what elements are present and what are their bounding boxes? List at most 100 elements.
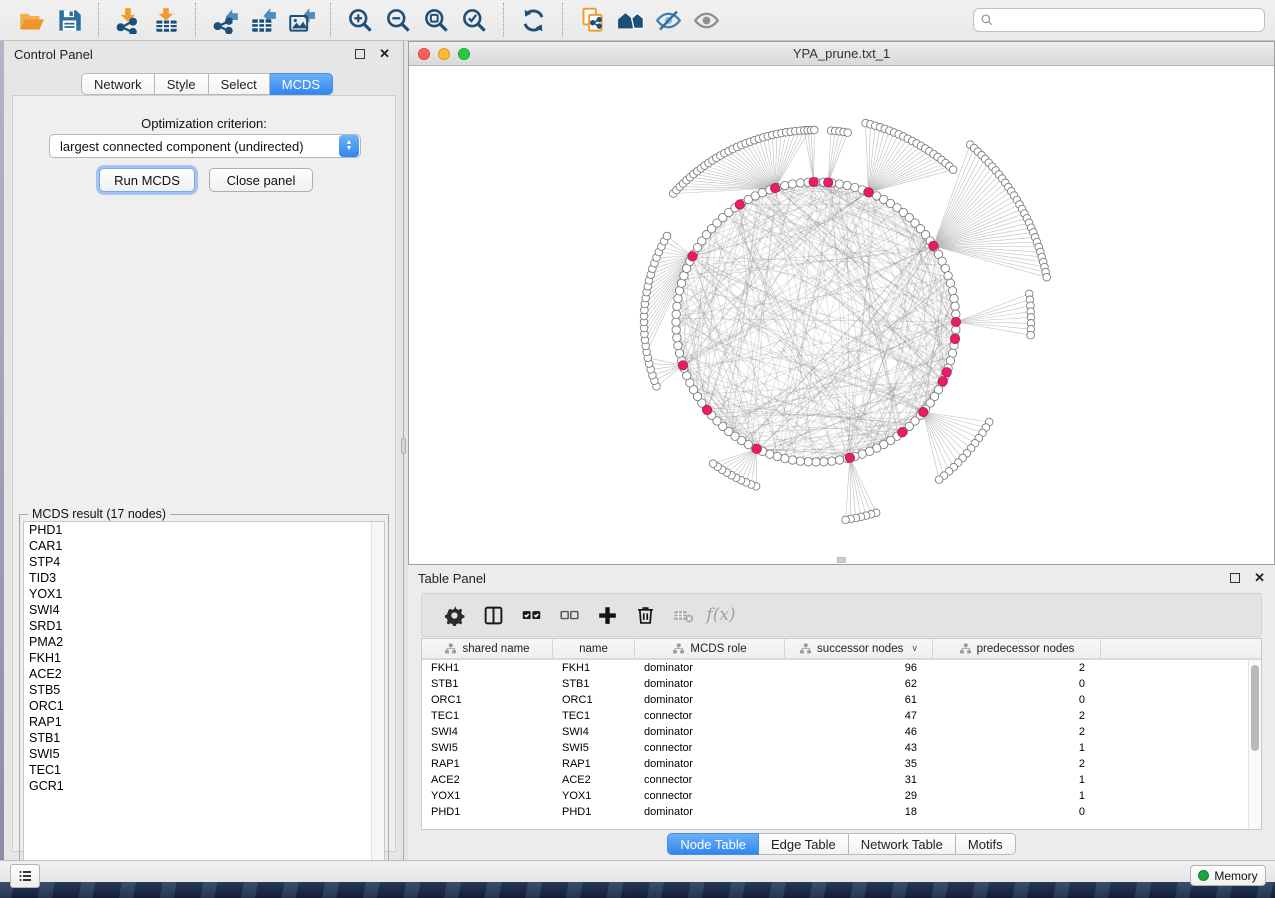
mcds-result-item[interactable]: STP4	[24, 554, 384, 570]
table-cell[interactable]: ORC1	[422, 692, 553, 708]
table-row[interactable]: PHD1PHD1dominator180	[422, 804, 1248, 820]
settings-gear-icon[interactable]	[436, 597, 474, 633]
duplicate-network-icon[interactable]	[573, 3, 611, 37]
hide-selected-icon[interactable]	[649, 3, 687, 37]
table-row[interactable]: SWI5SWI5connector431	[422, 740, 1248, 756]
mcds-result-item[interactable]: TEC1	[24, 762, 384, 778]
select-all-icon[interactable]	[512, 597, 550, 633]
column-header-name[interactable]: name	[553, 639, 635, 658]
save-session-icon[interactable]	[50, 3, 88, 37]
table-cell[interactable]: 43	[785, 740, 933, 756]
table-cell[interactable]: 61	[785, 692, 933, 708]
table-cell[interactable]: TEC1	[553, 708, 635, 724]
mcds-result-item[interactable]: ORC1	[24, 698, 384, 714]
mcds-result-item[interactable]: PMA2	[24, 634, 384, 650]
mcds-result-list[interactable]: PHD1CAR1STP4TID3YOX1SWI4SRD1PMA2FKH1ACE2…	[23, 521, 385, 878]
table-cell[interactable]: SWI5	[553, 740, 635, 756]
table-cell[interactable]: 46	[785, 724, 933, 740]
panel-list-button[interactable]	[10, 864, 40, 888]
table-cell[interactable]: STB1	[422, 676, 553, 692]
import-network-icon[interactable]	[109, 3, 147, 37]
table-cell[interactable]: ACE2	[553, 772, 635, 788]
first-neighbors-icon[interactable]	[611, 3, 649, 37]
export-table-icon[interactable]	[244, 3, 282, 37]
zoom-in-icon[interactable]	[341, 3, 379, 37]
table-cell[interactable]: SWI4	[553, 724, 635, 740]
table-row[interactable]: ORC1ORC1dominator610	[422, 692, 1248, 708]
table-cell[interactable]: 0	[933, 676, 1101, 692]
mcds-result-item[interactable]: SRD1	[24, 618, 384, 634]
result-list-scrollbar[interactable]	[371, 522, 384, 877]
canvas-resize-handle[interactable]	[837, 557, 846, 563]
tab-network[interactable]: Network	[81, 73, 155, 95]
tab-style[interactable]: Style	[155, 73, 209, 95]
table-row[interactable]: YOX1YOX1connector291	[422, 788, 1248, 804]
maximize-window-icon[interactable]	[458, 48, 470, 60]
table-cell[interactable]: FKH1	[422, 660, 553, 676]
memory-button[interactable]: Memory	[1190, 865, 1266, 886]
show-all-icon[interactable]	[687, 3, 725, 37]
panel-splitter[interactable]	[400, 41, 408, 860]
refresh-icon[interactable]	[514, 3, 552, 37]
table-cell[interactable]: 35	[785, 756, 933, 772]
table-cell[interactable]: ACE2	[422, 772, 553, 788]
table-scrollbar-thumb[interactable]	[1251, 665, 1259, 751]
table-cell[interactable]: 2	[933, 708, 1101, 724]
import-table-icon[interactable]	[147, 3, 185, 37]
run-mcds-button[interactable]: Run MCDS	[99, 168, 195, 192]
tab-mcds[interactable]: MCDS	[270, 73, 333, 95]
table-cell[interactable]: 62	[785, 676, 933, 692]
export-network-icon[interactable]	[206, 3, 244, 37]
table-cell[interactable]: 1	[933, 788, 1101, 804]
show-columns-icon[interactable]	[474, 597, 512, 633]
table-cell[interactable]: 0	[933, 692, 1101, 708]
network-canvas[interactable]	[409, 66, 1274, 564]
table-cell[interactable]: SWI5	[422, 740, 553, 756]
tab-motifs[interactable]: Motifs	[956, 833, 1016, 855]
mcds-result-item[interactable]: STB1	[24, 730, 384, 746]
table-cell[interactable]: 2	[933, 756, 1101, 772]
table-cell[interactable]: connector	[635, 740, 785, 756]
table-row[interactable]: ACE2ACE2connector311	[422, 772, 1248, 788]
tab-node-table[interactable]: Node Table	[667, 833, 759, 855]
column-header-predecessor-nodes[interactable]: predecessor nodes	[933, 639, 1101, 658]
tab-edge-table[interactable]: Edge Table	[759, 833, 849, 855]
table-cell[interactable]: dominator	[635, 660, 785, 676]
table-cell[interactable]: 0	[933, 804, 1101, 820]
zoom-out-icon[interactable]	[379, 3, 417, 37]
table-cell[interactable]: YOX1	[553, 788, 635, 804]
float-window-icon[interactable]	[355, 49, 365, 59]
tab-select[interactable]: Select	[209, 73, 270, 95]
mcds-result-item[interactable]: SWI5	[24, 746, 384, 762]
minimize-window-icon[interactable]	[438, 48, 450, 60]
table-row[interactable]: TEC1TEC1connector472	[422, 708, 1248, 724]
mcds-result-item[interactable]: CAR1	[24, 538, 384, 554]
splitter-grip[interactable]	[401, 438, 406, 454]
float-table-panel-icon[interactable]	[1230, 573, 1240, 583]
table-cell[interactable]: 2	[933, 660, 1101, 676]
table-cell[interactable]: 1	[933, 772, 1101, 788]
table-cell[interactable]: ORC1	[553, 692, 635, 708]
table-cell[interactable]: connector	[635, 708, 785, 724]
table-cell[interactable]: dominator	[635, 724, 785, 740]
zoom-fit-icon[interactable]	[417, 3, 455, 37]
table-cell[interactable]: 31	[785, 772, 933, 788]
mcds-result-item[interactable]: PHD1	[24, 522, 384, 538]
add-column-icon[interactable]	[588, 597, 626, 633]
table-cell[interactable]: YOX1	[422, 788, 553, 804]
column-header-MCDS-role[interactable]: MCDS role	[635, 639, 785, 658]
table-cell[interactable]: STB1	[553, 676, 635, 692]
table-cell[interactable]: RAP1	[422, 756, 553, 772]
table-cell[interactable]: 96	[785, 660, 933, 676]
network-graph[interactable]	[409, 66, 1274, 564]
open-file-icon[interactable]	[12, 3, 50, 37]
table-cell[interactable]: PHD1	[422, 804, 553, 820]
table-cell[interactable]: FKH1	[553, 660, 635, 676]
deselect-all-icon[interactable]	[550, 597, 588, 633]
mcds-result-item[interactable]: TID3	[24, 570, 384, 586]
mcds-result-item[interactable]: FKH1	[24, 650, 384, 666]
table-cell[interactable]: dominator	[635, 756, 785, 772]
table-row[interactable]: FKH1FKH1dominator962	[422, 660, 1248, 676]
table-scrollbar[interactable]	[1248, 660, 1261, 829]
table-cell[interactable]: SWI4	[422, 724, 553, 740]
